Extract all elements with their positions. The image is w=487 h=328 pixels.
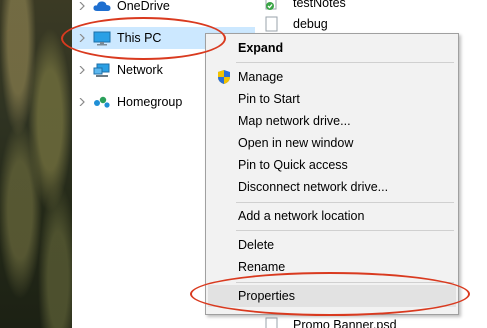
file-icon <box>265 16 279 32</box>
file-name: testNotes <box>293 0 346 10</box>
nav-item-label: Homegroup <box>117 95 183 109</box>
network-icon <box>93 62 111 78</box>
menu-separator <box>236 282 454 283</box>
homegroup-icon <box>93 94 111 110</box>
menu-item-pin-to-start[interactable]: Pin to Start <box>208 88 456 110</box>
nav-item-onedrive[interactable]: OneDrive <box>72 0 255 17</box>
menu-item-manage[interactable]: Manage <box>208 66 456 88</box>
shield-uac-icon <box>216 69 232 85</box>
chevron-right-icon[interactable] <box>78 98 86 106</box>
menu-item-label: Map network drive... <box>238 114 351 128</box>
menu-item-rename[interactable]: Rename <box>208 256 456 278</box>
menu-item-label: Pin to Start <box>238 92 300 106</box>
nav-item-label: OneDrive <box>117 0 170 13</box>
menu-item-expand[interactable]: Expand <box>208 37 456 59</box>
menu-item-map-network-drive[interactable]: Map network drive... <box>208 110 456 132</box>
file-name: Promo Banner.psd <box>293 318 397 328</box>
nav-item-label: This PC <box>117 31 162 45</box>
menu-item-label: Manage <box>238 70 284 84</box>
menu-item-label: Rename <box>238 260 286 274</box>
file-list-item[interactable]: debug <box>265 14 328 34</box>
menu-separator <box>236 202 454 203</box>
menu-item-label: Add a network location <box>238 209 365 223</box>
menu-item-label: Pin to Quick access <box>238 158 348 172</box>
onedrive-cloud-icon <box>93 0 111 14</box>
psd-file-icon <box>265 317 279 328</box>
menu-item-label: Expand <box>238 41 284 55</box>
this-pc-monitor-icon <box>93 30 111 46</box>
menu-item-disconnect-network-drive[interactable]: Disconnect network drive... <box>208 176 456 198</box>
menu-item-label: Delete <box>238 238 275 252</box>
menu-separator <box>236 230 454 231</box>
desktop-background <box>0 0 72 328</box>
menu-item-pin-to-quick-access[interactable]: Pin to Quick access <box>208 154 456 176</box>
menu-item-label: Open in new window <box>238 136 354 150</box>
menu-item-delete[interactable]: Delete <box>208 234 456 256</box>
menu-separator <box>236 62 454 63</box>
nav-item-label: Network <box>117 63 163 77</box>
chevron-right-icon[interactable] <box>78 2 86 10</box>
menu-item-properties[interactable]: Properties <box>208 285 456 307</box>
text-file-check-icon <box>265 0 279 11</box>
menu-item-add-network-location[interactable]: Add a network location <box>208 205 456 227</box>
menu-item-label: Properties <box>238 289 295 303</box>
file-list-item[interactable]: testNotes <box>265 0 346 13</box>
file-name: debug <box>293 17 328 31</box>
menu-item-open-in-new-window[interactable]: Open in new window <box>208 132 456 154</box>
context-menu: Expand Manage Pin to Start Map network d… <box>205 33 459 315</box>
menu-item-label: Disconnect network drive... <box>238 180 389 194</box>
chevron-right-icon[interactable] <box>78 66 86 74</box>
file-list-item[interactable]: Promo Banner.psd <box>265 315 397 328</box>
chevron-right-icon[interactable] <box>78 34 86 42</box>
